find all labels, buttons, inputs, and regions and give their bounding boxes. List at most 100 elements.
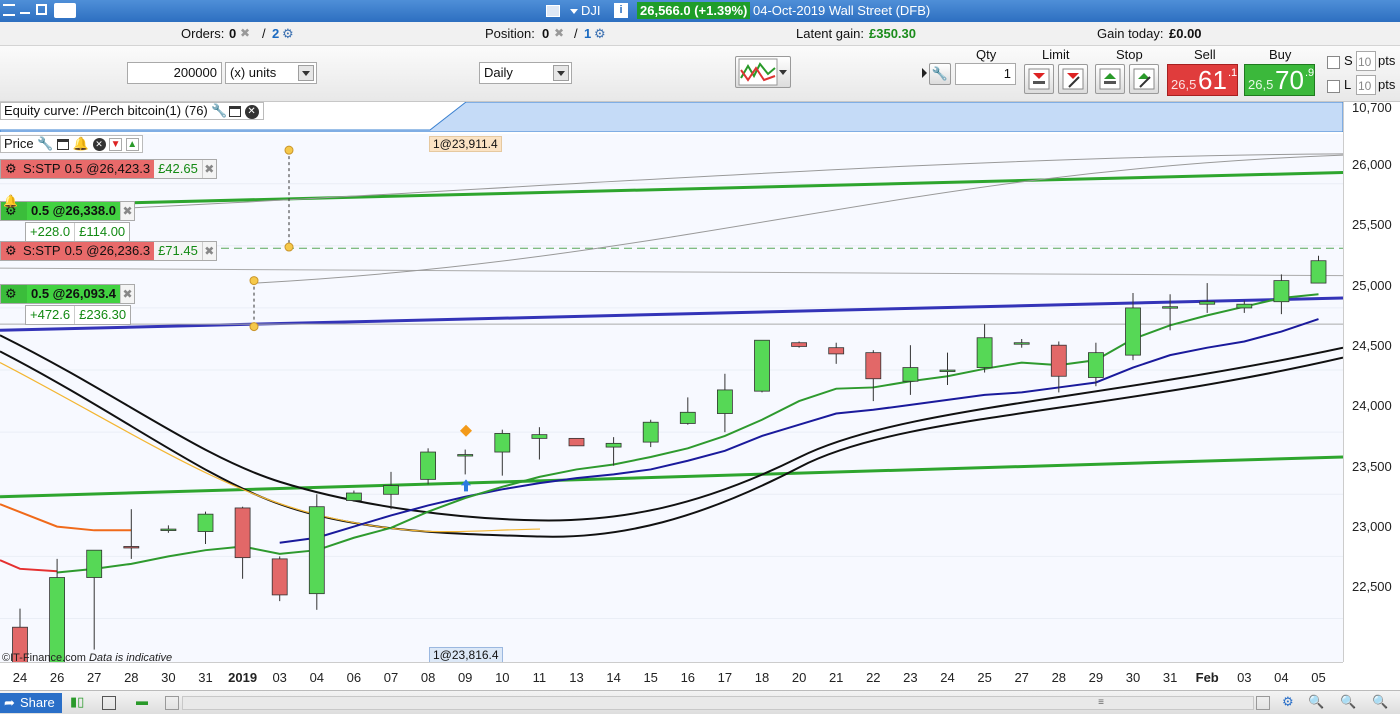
- stop-pts-checkbox[interactable]: [1327, 56, 1340, 69]
- limit-label: Limit: [1042, 47, 1070, 62]
- date-axis-label: 20: [791, 670, 807, 685]
- buy-price-prefix: 26,5: [1248, 77, 1274, 92]
- chart-type-button[interactable]: [735, 56, 791, 88]
- stop-pts-input[interactable]: 10: [1356, 51, 1376, 71]
- keyboard-icon[interactable]: [54, 3, 76, 18]
- scroll-left-icon[interactable]: [165, 696, 179, 710]
- orders-value: 0: [229, 26, 237, 41]
- stop-order-tag[interactable]: ⚙ S:STP 0.5 @26,236.3 £71.45 ✖: [0, 241, 217, 261]
- candle-body: [1310, 260, 1327, 284]
- cancel-orders-icon[interactable]: ✖: [240, 26, 254, 40]
- chevron-down-icon[interactable]: [553, 65, 569, 81]
- wrench-icon[interactable]: 🔧: [211, 103, 227, 119]
- date-axis-label: 22: [866, 670, 881, 685]
- trade-annotation-top: 1@23,911.4: [429, 136, 502, 152]
- sell-button[interactable]: 26,5 61 .1: [1167, 64, 1238, 96]
- zoom-in-icon[interactable]: 🔍: [1372, 694, 1390, 712]
- info-icon[interactable]: i: [614, 3, 628, 18]
- scroll-thumb[interactable]: ≡: [1094, 697, 1108, 709]
- wrench-icon[interactable]: 🔧: [37, 136, 53, 151]
- candle-body: [1236, 303, 1253, 309]
- date-axis-label: 18: [754, 670, 770, 685]
- stop-buy-button[interactable]: [1095, 64, 1125, 94]
- position-gear-icon[interactable]: ⚙: [1, 285, 27, 303]
- sell-arrow-icon[interactable]: ▼: [109, 138, 123, 152]
- position-detail: 0.5 @26,338.0: [27, 202, 120, 220]
- price-chart[interactable]: Price 🔧 🔔 ✕ ▼ ▲ ⚙ S:STP 0.5 @26,423.3 £42.6…: [0, 134, 1343, 664]
- minimize-icon[interactable]: [20, 12, 30, 14]
- close-position-icon[interactable]: ✖: [554, 26, 564, 40]
- candles-icon[interactable]: ▮▯: [70, 694, 88, 712]
- buy-arrow-icon[interactable]: ▲: [125, 138, 139, 152]
- trades-icon[interactable]: ▬: [136, 694, 154, 712]
- date-axis[interactable]: 24 26 27 28 30 31 2019 03 04 06 07 08 09 10 11 13 14 15 16…: [0, 662, 1343, 690]
- date-axis-label: 15: [643, 670, 658, 685]
- limit-pts-checkbox[interactable]: [1327, 80, 1340, 93]
- close-icon[interactable]: ✖: [201, 160, 216, 178]
- close-icon[interactable]: ✖: [119, 285, 134, 303]
- alarm-bell-icon[interactable]: 🔔: [3, 194, 18, 208]
- share-button[interactable]: ➦ Share: [0, 693, 62, 713]
- equity-curve-header: Equity curve: //Perch bitcoin(1) (76) 🔧 …: [0, 102, 264, 120]
- close-icon[interactable]: ✖: [119, 202, 134, 220]
- instrument-icon[interactable]: [546, 5, 560, 17]
- order-gear-icon[interactable]: ⚙: [1, 160, 23, 178]
- maximize-icon[interactable]: [36, 4, 47, 15]
- stop-sell-icon: [1133, 68, 1155, 90]
- menu-icon[interactable]: [3, 4, 15, 16]
- price-axis[interactable]: 10,700 26,000 25,500 25,000 24,500 24,00…: [1343, 100, 1400, 662]
- order-handle: [249, 276, 259, 286]
- position-gear-icon[interactable]: ⚙: [594, 26, 606, 42]
- orders-gear-icon[interactable]: ⚙: [282, 26, 294, 42]
- close-icon[interactable]: ✕: [244, 104, 259, 119]
- alarm-bell-icon[interactable]: 🔔: [73, 136, 89, 151]
- units-select[interactable]: (x) units: [225, 62, 317, 84]
- position-gain: £114.00: [74, 223, 129, 241]
- date-axis-label: 24: [12, 670, 28, 685]
- position-count2: 1: [584, 26, 592, 41]
- stop-order-tag[interactable]: ⚙ S:STP 0.5 @26,423.3 £42.65 ✖: [0, 159, 217, 179]
- sell-price-big: 61: [1198, 65, 1227, 95]
- collapse-panel-icon[interactable]: [922, 68, 927, 78]
- limit-pts-unit: pts: [1378, 77, 1396, 92]
- zoom-out-icon[interactable]: 🔍: [1340, 694, 1358, 712]
- trade-annotation-bottom: 1@23,816.4: [429, 647, 503, 663]
- interval-select[interactable]: Daily: [479, 62, 572, 84]
- date-axis-label: 30: [161, 670, 176, 685]
- position-value: 0: [542, 26, 550, 41]
- date-axis-label: 21: [828, 670, 844, 685]
- settings-wrench-button[interactable]: 🔧: [929, 63, 951, 85]
- stop-pts-value: 10: [1358, 55, 1372, 69]
- candle-body: [1273, 280, 1290, 303]
- stop-sell-button[interactable]: [1129, 64, 1159, 94]
- candle-body: [49, 577, 65, 662]
- close-icon[interactable]: ✖: [201, 242, 216, 260]
- qty-input[interactable]: 1: [955, 63, 1016, 85]
- instrument-dropdown-icon[interactable]: [570, 9, 578, 14]
- buy-button[interactable]: 26,5 70 .9: [1244, 64, 1315, 96]
- chart-settings-icon[interactable]: ⚙: [1282, 694, 1300, 712]
- order-gear-icon[interactable]: ⚙: [1, 242, 23, 260]
- window-icon[interactable]: [229, 106, 241, 118]
- list-icon[interactable]: [102, 696, 116, 710]
- limit-pts-input[interactable]: 10: [1356, 75, 1376, 95]
- close-icon[interactable]: ✕: [92, 138, 106, 152]
- limit-pts-letter: L: [1344, 77, 1352, 92]
- limit-sell-button[interactable]: [1058, 64, 1088, 94]
- date-axis-label: 03: [1237, 670, 1252, 685]
- chevron-down-icon[interactable]: [298, 65, 314, 81]
- scroll-right-icon[interactable]: [1256, 696, 1270, 710]
- amount-input[interactable]: 200000: [127, 62, 222, 84]
- date-axis-label: 07: [383, 670, 399, 685]
- limit-pts-value: 10: [1358, 79, 1372, 93]
- zoom-fit-icon[interactable]: 🔍: [1308, 694, 1326, 712]
- position-tag[interactable]: ⚙ 0.5 @26,338.0 ✖: [0, 201, 135, 221]
- position-tag[interactable]: ⚙ 0.5 @26,093.4 ✖: [0, 284, 135, 304]
- limit-buy-icon: [1028, 68, 1050, 90]
- candle-body: [1199, 301, 1216, 305]
- price-chart-svg[interactable]: [0, 134, 1343, 662]
- qty-value: 1: [1003, 66, 1011, 81]
- limit-buy-button[interactable]: [1024, 64, 1054, 94]
- window-icon[interactable]: [57, 139, 70, 151]
- date-axis-label: 14: [606, 670, 621, 685]
